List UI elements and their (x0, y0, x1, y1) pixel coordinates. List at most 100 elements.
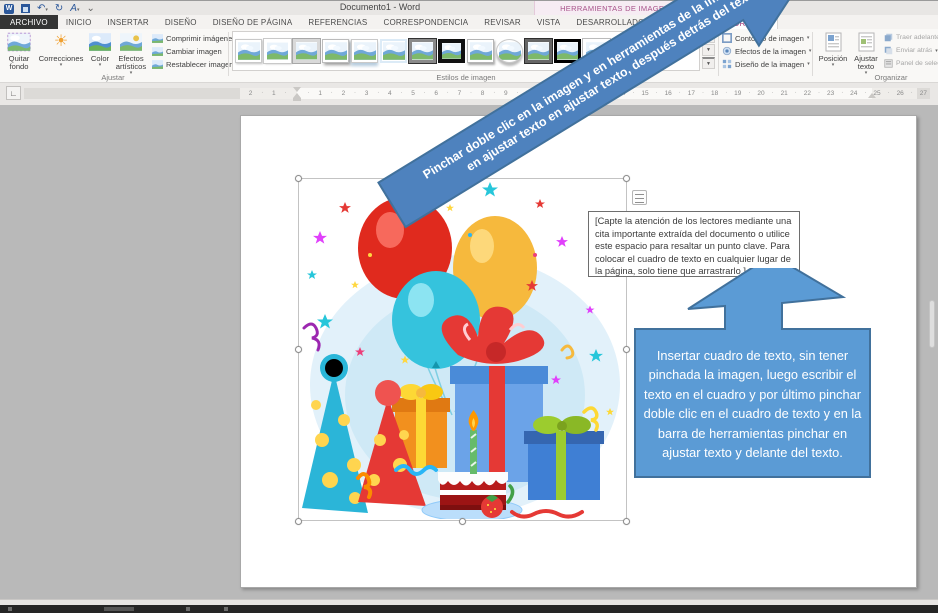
group-label-ajustar: Ajustar (101, 73, 125, 82)
word-app-icon[interactable]: W (4, 3, 14, 14)
ruler-tick: · (307, 90, 310, 96)
ruler-tick: 2 (248, 90, 253, 97)
first-line-indent-marker[interactable] (293, 87, 301, 92)
ruler-tick: 5 (411, 90, 415, 97)
taskbar-item[interactable] (186, 607, 190, 611)
ruler-tick: 20 (757, 90, 765, 97)
quick-access-toolbar: W ↶▾ ↻ A▾ ⌄ (4, 2, 95, 15)
redo-icon[interactable]: ↻ (55, 3, 63, 14)
enviar-atras-button[interactable]: Enviar atrás ▾ (884, 46, 938, 55)
document-title: Documento1 - Word (339, 2, 421, 12)
layout-options-button[interactable] (632, 190, 647, 205)
left-indent-marker[interactable] (293, 98, 301, 101)
resize-handle-top-left[interactable] (295, 175, 302, 182)
resize-handle-top-right[interactable] (623, 175, 630, 182)
quitar-fondo-label: Quitar fondo (8, 54, 30, 71)
resize-handle-bottom-middle[interactable] (459, 518, 466, 525)
cambiar-imagen-label: Cambiar imagen (166, 47, 222, 56)
ruler-tick: 22 (803, 90, 812, 97)
ajustar-texto-label: Ajustar texto (854, 54, 878, 71)
ruler-tick: · (284, 90, 287, 96)
wrap-text-icon (858, 31, 875, 53)
resize-handle-middle-left[interactable] (295, 346, 302, 353)
ruler-tick: 4 (387, 90, 392, 97)
ruler-tick: · (771, 90, 774, 96)
ajustar-texto-button[interactable]: Ajustar texto ▾ (850, 31, 882, 76)
ruler-tick: · (910, 90, 913, 96)
taskbar-item[interactable] (104, 607, 134, 611)
ruler-tick: 26 (896, 90, 904, 97)
posicion-button[interactable]: Posición ▾ (816, 31, 850, 68)
cambiar-imagen-button[interactable]: Cambiar imagen (152, 47, 222, 56)
customize-qat-icon[interactable]: ⌄ (86, 3, 94, 14)
ruler-tick: · (330, 90, 333, 96)
ruler-tick: 23 (826, 90, 835, 97)
enviar-atras-label: Enviar atrás (896, 47, 933, 54)
tab-revisar[interactable]: REVISAR (476, 15, 529, 29)
remove-background-icon (7, 31, 31, 53)
correcciones-button[interactable]: ☀ Correcciones ▾ (38, 31, 84, 68)
ruler-tick: · (794, 90, 797, 96)
tab-archivo[interactable]: ARCHIVO (0, 15, 58, 29)
taskbar-start-icon[interactable] (8, 607, 12, 611)
ruler-tick: · (818, 90, 820, 96)
tab-inicio[interactable]: INICIO (58, 15, 100, 29)
resize-handle-middle-right[interactable] (623, 346, 630, 353)
tab-diseño[interactable]: DISEÑO (157, 15, 205, 29)
resize-handle-bottom-left[interactable] (295, 518, 302, 525)
picture-style-thumbnail[interactable] (438, 39, 465, 63)
ruler-tick: · (841, 90, 844, 96)
panel-de-seleccion-button[interactable]: Panel de selección (884, 59, 938, 68)
picture-style-thumbnail[interactable] (380, 39, 407, 63)
save-icon[interactable] (21, 4, 30, 13)
picture-style-thumbnail[interactable] (235, 39, 262, 63)
picture-style-thumbnail[interactable] (292, 38, 321, 64)
picture-style-thumbnail[interactable] (351, 39, 378, 63)
word-window: W ↶▾ ↻ A▾ ⌄ Documento1 - Word HERRAMIENT… (0, 0, 938, 613)
comprimir-imagenes-button[interactable]: Comprimir imágenes (152, 34, 236, 43)
ruler-tick: 21 (780, 90, 788, 97)
quitar-fondo-button[interactable]: Quitar fondo (2, 31, 36, 71)
restablecer-imagen-button[interactable]: Restablecer imagen▾ (152, 60, 239, 69)
traer-adelante-label: Traer adelante (896, 34, 938, 41)
tab-correspondencia[interactable]: CORRESPONDENCIA (375, 15, 476, 29)
tab-insertar[interactable]: INSERTAR (100, 15, 157, 29)
ruler-tick: 3 (364, 90, 369, 97)
vertical-scrollbar-thumb[interactable] (929, 300, 935, 348)
tab-selector[interactable]: ∟ (6, 86, 21, 100)
color-button[interactable]: Color ▾ (86, 31, 114, 68)
ruler-tick: 1 (318, 90, 322, 97)
tab-referencias[interactable]: REFERENCIAS (300, 15, 375, 29)
position-icon (825, 31, 842, 53)
ruler-tick: · (354, 90, 356, 96)
ruler-tick: · (702, 90, 704, 96)
picture-style-thumbnail[interactable] (408, 38, 437, 64)
ruler-tick: 19 (734, 90, 742, 97)
resize-handle-bottom-right[interactable] (623, 518, 630, 525)
group-label-organizar: Organizar (874, 73, 908, 82)
picture-style-thumbnail[interactable] (467, 39, 494, 63)
ruler-tick: · (887, 90, 890, 96)
ruler-tick: · (725, 90, 728, 96)
tab-vista[interactable]: VISTA (529, 15, 569, 29)
right-indent-marker[interactable] (868, 93, 876, 98)
efectos-artisticos-button[interactable]: Efectos artísticos ▾ (112, 31, 150, 76)
tab-diseño-de-página[interactable]: DISEÑO DE PÁGINA (205, 15, 301, 29)
diseno-de-la-imagen-label: Diseño de la imagen (735, 59, 805, 69)
comprimir-imagenes-label: Comprimir imágenes (166, 34, 237, 43)
picture-style-thumbnail[interactable] (322, 39, 349, 63)
efectos-artisticos-label: Efectos artísticos (115, 54, 147, 71)
ruler-tick: 6 (434, 90, 438, 97)
taskbar-item[interactable] (224, 607, 228, 611)
ruler-tick: · (423, 90, 426, 96)
ruler-tick: · (400, 90, 403, 96)
ruler-tick: · (748, 90, 751, 96)
traer-adelante-button[interactable]: Traer adelante▾ (884, 33, 938, 42)
ribbon: Quitar fondo ☀ Correcciones ▾ Color ▾ Efec… (0, 29, 938, 83)
corrections-sun-icon: ☀ (53, 33, 69, 50)
ink-icon[interactable]: A▾ (70, 3, 79, 14)
picture-style-thumbnail[interactable] (263, 38, 292, 64)
undo-icon[interactable]: ↶▾ (37, 3, 48, 14)
ruler-tick: 27 (919, 90, 928, 97)
ruler-tick: 2 (341, 90, 346, 97)
